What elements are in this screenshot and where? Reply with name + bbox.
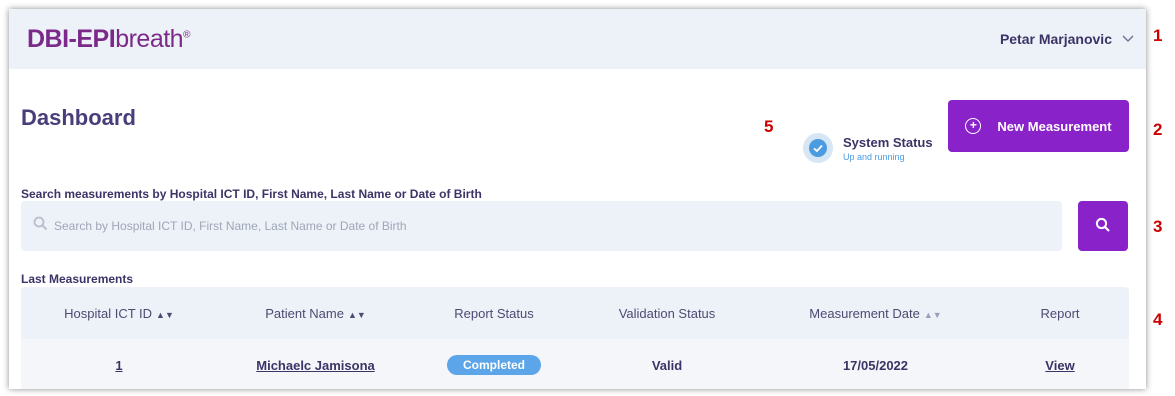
search-button[interactable] <box>1078 201 1128 251</box>
annotation-marker-3: 3 <box>1153 217 1163 236</box>
sort-icon: ▲▼ <box>347 309 366 320</box>
user-menu[interactable]: Petar Marjanovic <box>1000 31 1134 47</box>
column-patient-name[interactable]: Patient Name ▲▼ <box>217 306 414 321</box>
new-measurement-button[interactable]: + New Measurement <box>948 100 1129 152</box>
search-field[interactable] <box>21 201 1062 251</box>
view-report-link[interactable]: View <box>1045 358 1074 373</box>
search-icon <box>1095 217 1111 236</box>
column-hospital-ict-id[interactable]: Hospital ICT ID ▲▼ <box>21 306 217 321</box>
search-icon <box>33 216 48 236</box>
chevron-down-icon <box>1122 32 1134 46</box>
search-input[interactable] <box>54 219 1062 233</box>
column-validation-status: Validation Status <box>618 305 716 321</box>
annotation-marker-5: 5 <box>764 117 774 136</box>
measurements-table: Hospital ICT ID ▲▼ Patient Name ▲▼ Report … <box>21 287 1129 389</box>
system-status-subtitle: Up and running <box>843 151 905 162</box>
sort-icon: ▲▼ <box>923 309 942 320</box>
logo-text-bold: DBI-EPI <box>27 24 116 53</box>
logo-text: breath <box>115 24 184 53</box>
top-bar: DBI-EPIbreath® Petar Marjanovic <box>9 9 1146 69</box>
measurement-date: 17/05/2022 <box>842 357 909 373</box>
status-badge: Completed <box>446 355 541 375</box>
app-window: DBI-EPIbreath® Petar Marjanovic Dashboar… <box>9 9 1146 389</box>
column-report: Report <box>1040 305 1080 321</box>
system-status-title: System Status <box>843 134 933 150</box>
check-circle-icon <box>803 133 833 163</box>
page-title: Dashboard <box>21 105 136 130</box>
validation-status: Valid <box>651 357 683 373</box>
table-row: 1 Michaelc Jamisona Completed Valid 17/0… <box>21 339 1129 389</box>
app-logo[interactable]: DBI-EPIbreath® <box>27 25 190 54</box>
registered-mark: ® <box>183 29 190 41</box>
sort-icon: ▲▼ <box>156 309 174 320</box>
new-measurement-label: New Measurement <box>997 118 1112 134</box>
search-label: Search measurements by Hospital ICT ID, … <box>21 187 482 201</box>
system-status: System Status Up and running <box>803 133 933 163</box>
annotation-marker-2: 2 <box>1153 120 1163 139</box>
user-name: Petar Marjanovic <box>999 31 1112 47</box>
patient-name-link[interactable]: Michaelc Jamisona <box>256 358 375 373</box>
annotation-marker-4: 4 <box>1153 310 1163 329</box>
table-header: Hospital ICT ID ▲▼ Patient Name ▲▼ Report … <box>21 287 1129 339</box>
plus-circle-icon: + <box>965 118 982 134</box>
column-measurement-date[interactable]: Measurement Date ▲▼ <box>760 306 991 321</box>
last-measurements-title: Last Measurements <box>21 272 134 286</box>
annotation-marker-1: 1 <box>1153 26 1163 45</box>
column-report-status: Report Status <box>454 305 534 321</box>
hospital-ict-id-link[interactable]: 1 <box>115 358 122 373</box>
